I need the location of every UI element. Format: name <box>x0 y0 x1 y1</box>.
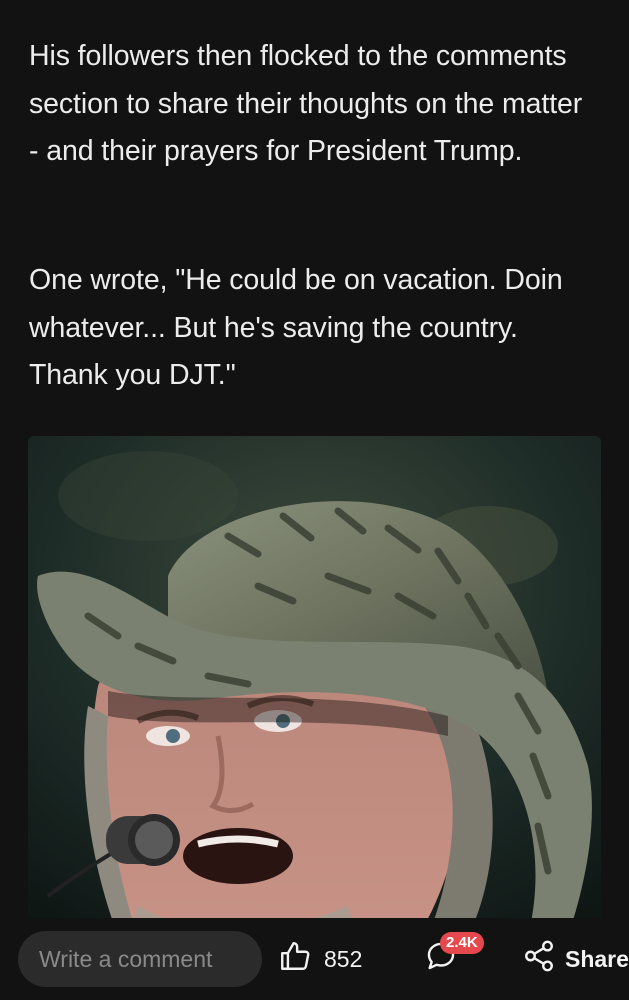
share-button[interactable]: Share <box>522 931 629 987</box>
like-button[interactable]: 852 <box>278 931 362 987</box>
article-body: His followers then flocked to the commen… <box>0 0 629 918</box>
like-count: 852 <box>324 945 363 972</box>
comment-count-badge: 2.4K <box>440 932 484 954</box>
share-label: Share <box>565 945 629 972</box>
article-paragraph: His followers then flocked to the commen… <box>29 40 583 167</box>
article-photo <box>28 436 601 918</box>
thumbs-up-icon <box>278 939 312 979</box>
bottom-action-bar: 852 Share <box>0 918 629 1000</box>
share-nodes-icon <box>522 939 556 979</box>
article-paragraph: One wrote, "He could be on vacation. Doi… <box>29 264 563 391</box>
comment-input[interactable] <box>18 931 262 987</box>
